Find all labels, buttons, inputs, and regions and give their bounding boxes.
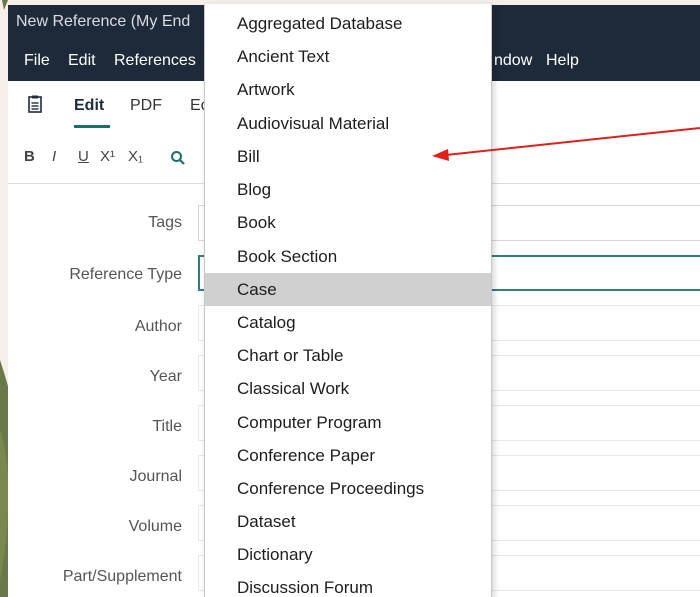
italic-button[interactable]: I — [52, 148, 56, 165]
label-tags: Tags — [148, 214, 182, 231]
label-reference-type: Reference Type — [69, 266, 182, 283]
option-bill[interactable]: Bill — [205, 140, 491, 173]
underline-button[interactable]: U — [78, 148, 89, 165]
option-book[interactable]: Book — [205, 206, 491, 239]
subscript-button[interactable]: X₁ — [128, 148, 143, 165]
option-catalog[interactable]: Catalog — [205, 306, 491, 339]
option-discussion-forum[interactable]: Discussion Forum — [205, 571, 491, 597]
option-artwork[interactable]: Artwork — [205, 73, 491, 106]
clipboard-icon[interactable] — [28, 95, 42, 113]
tab-pdf[interactable]: PDF — [130, 97, 162, 115]
option-dataset[interactable]: Dataset — [205, 505, 491, 538]
option-conference-proceedings[interactable]: Conference Proceedings — [205, 472, 491, 505]
option-ancient-text[interactable]: Ancient Text — [205, 40, 491, 73]
window-title: New Reference (My End — [16, 13, 191, 30]
option-computer-program[interactable]: Computer Program — [205, 406, 491, 439]
search-icon[interactable] — [170, 150, 186, 166]
label-journal: Journal — [129, 468, 182, 485]
active-tab-indicator — [74, 125, 110, 128]
menu-references[interactable]: References — [114, 52, 196, 70]
option-aggregated-database[interactable]: Aggregated Database — [205, 7, 491, 40]
menu-window[interactable]: ndow — [494, 52, 532, 70]
label-year: Year — [149, 368, 182, 385]
option-blog[interactable]: Blog — [205, 173, 491, 206]
option-chart-or-table[interactable]: Chart or Table — [205, 339, 491, 372]
bold-button[interactable]: B — [24, 148, 35, 165]
option-classical-work[interactable]: Classical Work — [205, 372, 491, 405]
label-part-supplement: Part/Supplement — [62, 568, 182, 585]
option-audiovisual-material[interactable]: Audiovisual Material — [205, 107, 491, 140]
option-case[interactable]: Case — [205, 273, 491, 306]
tab-edit[interactable]: Edit — [74, 97, 104, 115]
label-author: Author — [134, 318, 182, 335]
option-dictionary[interactable]: Dictionary — [205, 538, 491, 571]
menu-file[interactable]: File — [24, 52, 50, 70]
label-volume: Volume — [128, 518, 182, 535]
menu-edit[interactable]: Edit — [68, 52, 96, 70]
option-book-section[interactable]: Book Section — [205, 240, 491, 273]
label-title: Title — [152, 418, 182, 435]
menu-help[interactable]: Help — [546, 52, 579, 70]
superscript-button[interactable]: X¹ — [100, 148, 115, 165]
reference-type-dropdown[interactable]: Aggregated Database Ancient Text Artwork… — [204, 4, 492, 597]
option-conference-paper[interactable]: Conference Paper — [205, 439, 491, 472]
